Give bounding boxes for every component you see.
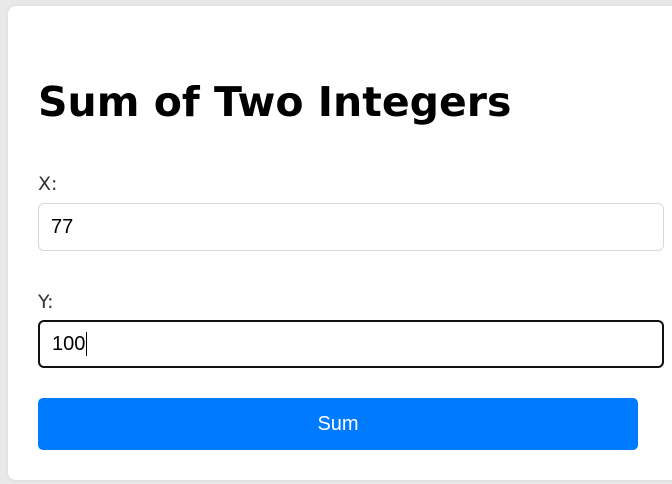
sum-button[interactable]: Sum [38, 398, 638, 450]
y-label: Y: [38, 291, 54, 313]
text-cursor [86, 332, 88, 356]
x-input-value: 77 [51, 215, 74, 238]
x-label: X: [38, 173, 58, 195]
y-input-value: 100 [52, 332, 86, 355]
y-input[interactable]: 100 [38, 320, 664, 368]
x-input[interactable]: 77 [38, 203, 664, 251]
form-card: Sum of Two Integers X: 77 Y: 100 Sum [8, 6, 672, 480]
page-title: Sum of Two Integers [38, 78, 512, 126]
